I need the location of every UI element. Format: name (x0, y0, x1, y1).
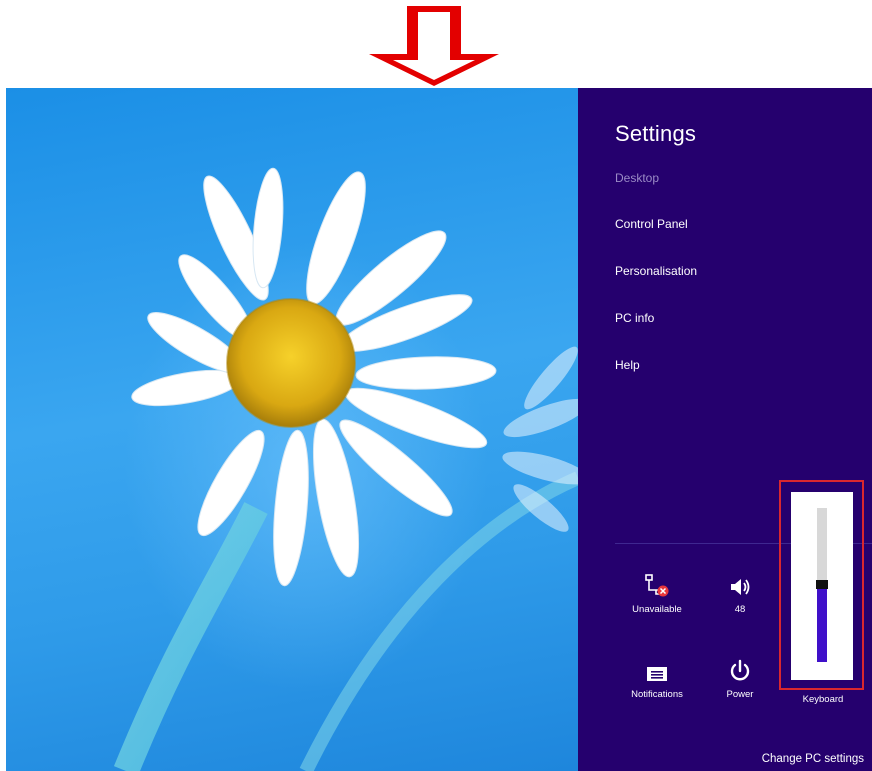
notifications-tile[interactable]: Notifications (622, 655, 692, 700)
power-tile[interactable]: Power (705, 655, 775, 700)
menu-item-control-panel[interactable]: Control Panel (615, 217, 688, 231)
highlight-annotation-box (779, 480, 864, 690)
daisy-flower-image (113, 167, 578, 771)
keyboard-tile-label[interactable]: Keyboard (788, 694, 858, 705)
network-label: Unavailable (632, 604, 682, 615)
menu-item-help[interactable]: Help (615, 358, 640, 372)
down-arrow-annotation (369, 6, 499, 86)
change-pc-settings-link[interactable]: Change PC settings (762, 753, 864, 765)
settings-title: Settings (615, 121, 697, 146)
power-icon (705, 655, 775, 683)
power-label: Power (726, 689, 754, 700)
network-tile[interactable]: Unavailable (622, 570, 692, 615)
network-unavailable-icon (622, 570, 692, 598)
volume-tile[interactable]: 48 (705, 570, 775, 615)
desktop-wallpaper (6, 88, 578, 771)
menu-item-pc-info[interactable]: PC info (615, 311, 654, 325)
menu-item-desktop: Desktop (615, 171, 660, 185)
volume-label: 48 (734, 604, 746, 615)
notifications-label: Notifications (631, 689, 683, 700)
speaker-icon (705, 570, 775, 598)
notifications-icon (622, 655, 692, 683)
menu-item-personalisation[interactable]: Personalisation (615, 264, 697, 278)
